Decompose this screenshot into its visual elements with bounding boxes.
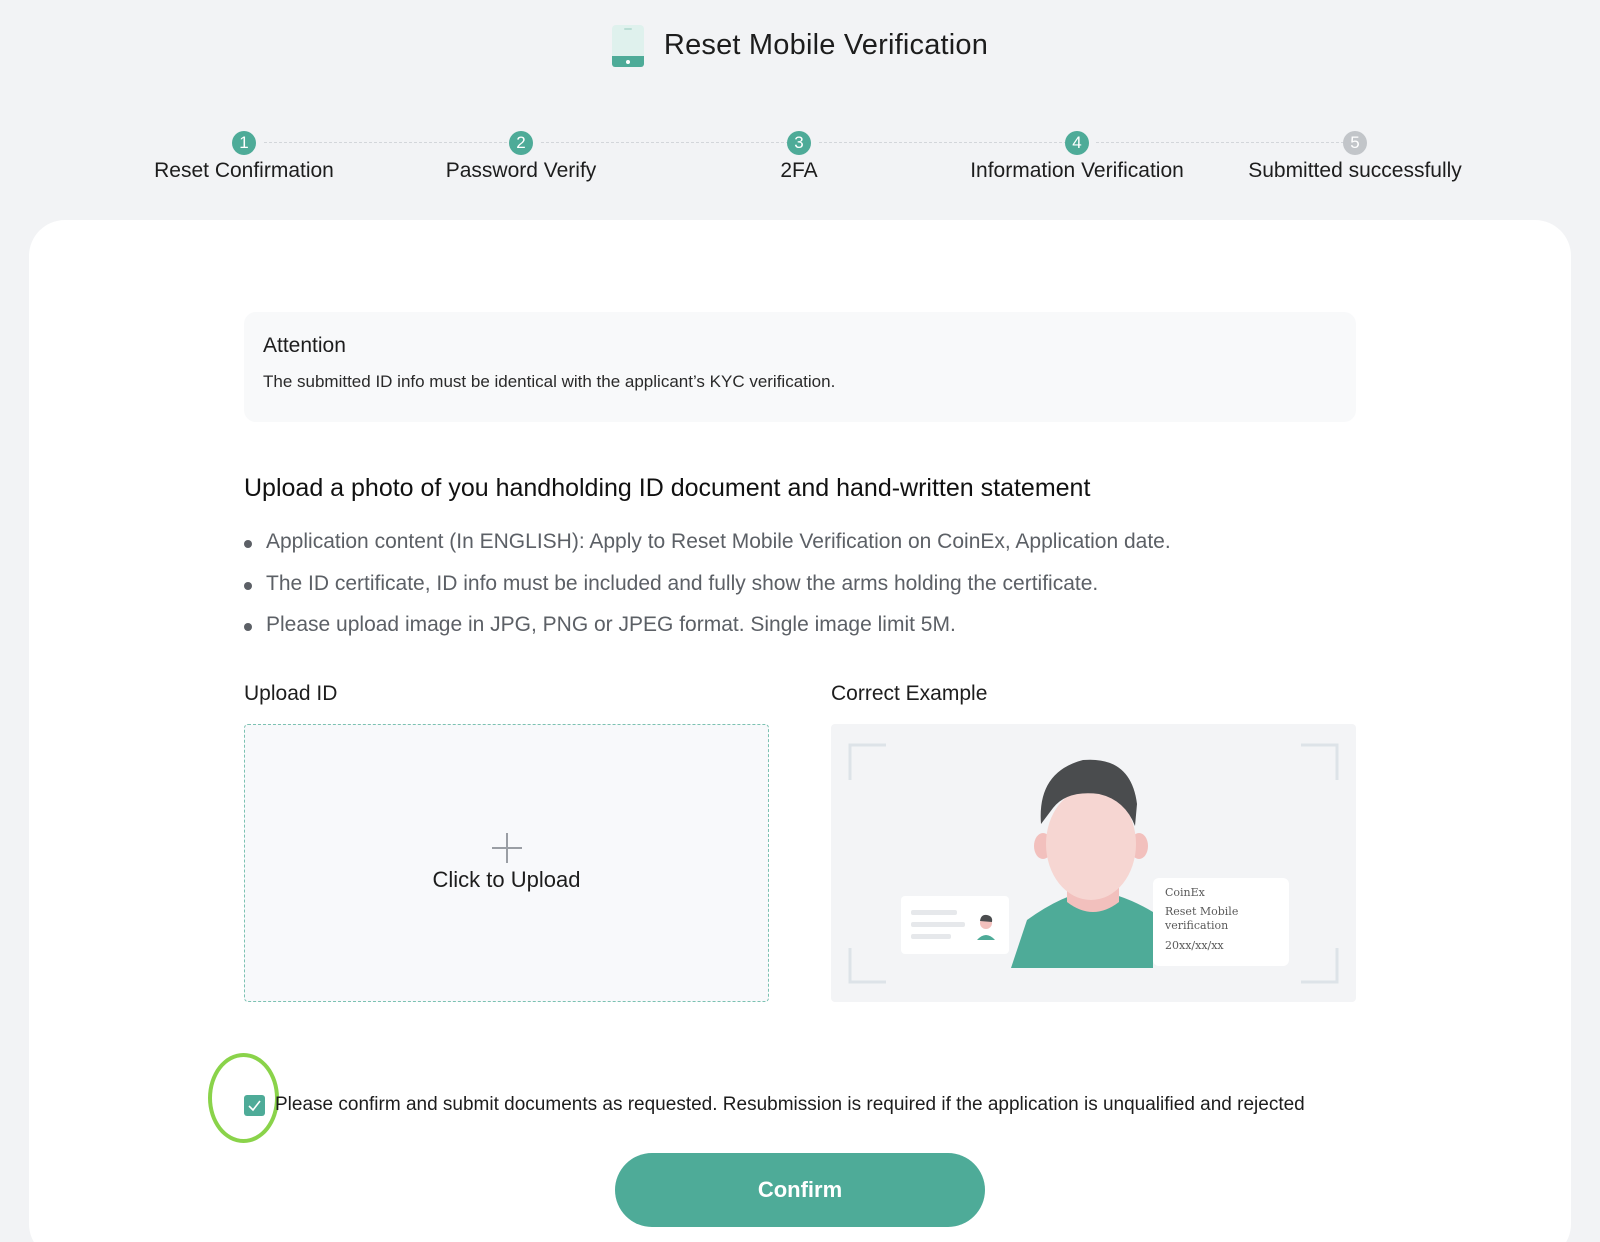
agreement-checkbox[interactable] bbox=[244, 1095, 265, 1116]
step-2fa: 3 2FA bbox=[660, 128, 938, 183]
click-to-upload-text[interactable]: Click to Upload bbox=[245, 867, 768, 893]
note-line-1: Reset Mobile bbox=[1165, 905, 1239, 918]
step-reset-confirmation: 1 Reset Confirmation bbox=[105, 128, 383, 183]
page-header: Reset Mobile Verification bbox=[0, 0, 1600, 95]
step-number: 5 bbox=[1343, 131, 1367, 155]
checkmark-icon bbox=[248, 1100, 261, 1112]
requirement-item: The ID certificate, ID info must be incl… bbox=[244, 569, 1171, 611]
plus-icon bbox=[492, 833, 522, 863]
correct-example-label: Correct Example bbox=[831, 682, 988, 705]
requirement-item: Please upload image in JPG, PNG or JPEG … bbox=[244, 610, 1171, 652]
requirements-list: Application content (In ENGLISH): Apply … bbox=[244, 527, 1171, 652]
upload-id-label: Upload ID bbox=[244, 682, 338, 705]
step-label: Reset Confirmation bbox=[154, 159, 334, 182]
step-label: Submitted successfully bbox=[1248, 159, 1462, 182]
note-date: 20xx/xx/xx bbox=[1165, 939, 1224, 952]
attention-notice: Attention The submitted ID info must be … bbox=[244, 312, 1356, 422]
example-statement-note: CoinEx Reset Mobile verification 20xx/xx… bbox=[1153, 878, 1289, 966]
step-label: Password Verify bbox=[445, 159, 597, 182]
step-label: Information Verification bbox=[970, 159, 1184, 182]
progress-stepper: 1 Reset Confirmation 2 Password Verify 3… bbox=[0, 128, 1600, 188]
phone-icon bbox=[611, 24, 644, 67]
note-line: Reset Mobile verification bbox=[1165, 905, 1277, 933]
step-password-verify: 2 Password Verify bbox=[382, 128, 660, 183]
step-information-verification: 4 Information Verification bbox=[938, 128, 1216, 183]
confirm-button[interactable]: Confirm bbox=[615, 1153, 985, 1227]
note-brand: CoinEx bbox=[1165, 886, 1205, 899]
step-number: 2 bbox=[509, 131, 533, 155]
attention-title: Attention bbox=[263, 334, 346, 357]
step-number: 4 bbox=[1065, 131, 1089, 155]
attention-text: The submitted ID info must be identical … bbox=[263, 372, 836, 391]
note-line-2: verification bbox=[1165, 919, 1229, 932]
requirement-item: Application content (In ENGLISH): Apply … bbox=[244, 527, 1171, 569]
upload-dropzone[interactable]: Click to Upload bbox=[244, 724, 769, 1002]
step-number: 1 bbox=[232, 131, 256, 155]
page-title: Reset Mobile Verification bbox=[663, 29, 989, 61]
upload-heading: Upload a photo of you handholding ID doc… bbox=[244, 474, 1091, 502]
agreement-text: Please confirm and submit documents as r… bbox=[275, 1094, 1305, 1115]
step-number: 3 bbox=[787, 131, 811, 155]
step-submitted-successfully: 5 Submitted successfully bbox=[1216, 128, 1494, 183]
step-label: 2FA bbox=[780, 159, 818, 182]
correct-example-image: CoinEx Reset Mobile verification 20xx/xx… bbox=[831, 724, 1356, 1002]
